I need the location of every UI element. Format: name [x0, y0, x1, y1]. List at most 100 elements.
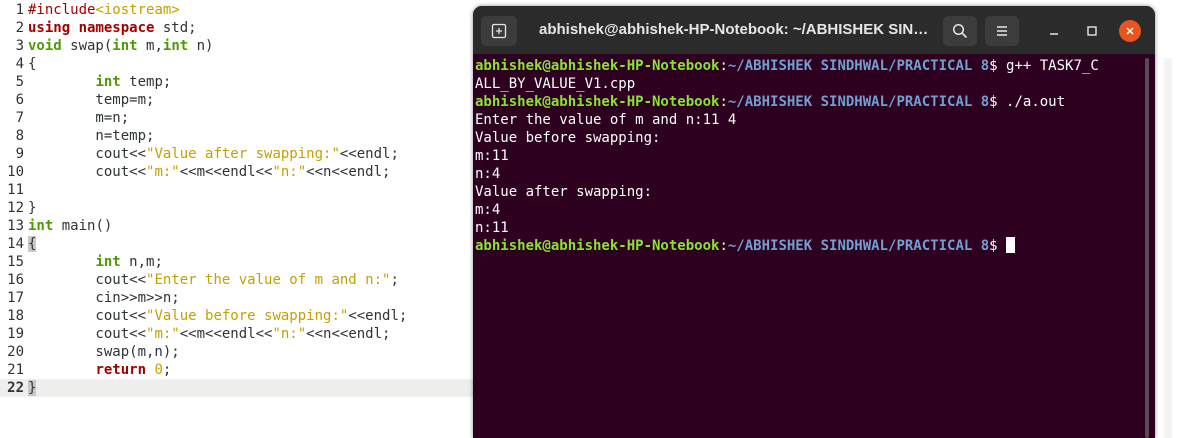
code-line[interactable]: cout<<"Value before swapping:"<<endl;	[28, 307, 407, 325]
prompt-colon: :	[719, 94, 728, 110]
code-token: int	[95, 74, 121, 90]
maximize-icon	[1087, 26, 1097, 36]
code-line[interactable]: int temp;	[28, 73, 407, 91]
terminal-titlebar[interactable]: abhishek@abhishek-HP-Notebook: ~/ABHISHE…	[473, 6, 1155, 54]
code-token: <<m<<endl<<	[179, 164, 273, 180]
code-token: }	[28, 380, 37, 396]
maximize-button[interactable]	[1079, 18, 1105, 44]
code-token: temp;	[120, 74, 172, 90]
code-token: cin>>m>>n;	[28, 290, 180, 306]
terminal-prompt-line: abhishek@abhishek-HP-Notebook:~/ABHISHEK…	[475, 93, 1139, 111]
code-line[interactable]: n=temp;	[28, 127, 407, 145]
code-token: "m:"	[146, 164, 180, 180]
terminal-output-line: Value after swapping:	[475, 184, 653, 200]
search-button[interactable]	[943, 16, 977, 46]
code-line[interactable]: cout<<"m:"<<m<<endl<<"n:"<<n<<endl;	[28, 163, 407, 181]
line-number: 20	[7, 344, 24, 360]
code-line[interactable]: int main()	[28, 217, 407, 235]
minimize-button[interactable]	[1041, 18, 1067, 44]
code-token: <iostream>	[95, 2, 180, 18]
terminal-window[interactable]: abhishek@abhishek-HP-Notebook: ~/ABHISHE…	[473, 6, 1155, 438]
line-number: 18	[7, 308, 24, 324]
code-line[interactable]: #include<iostream>	[28, 1, 407, 19]
code-line[interactable]: cout<<"Enter the value of m and n:";	[28, 271, 407, 289]
prompt-symbol: $	[989, 238, 1007, 254]
prompt-path: ~/ABHISHEK SINDHWAL/PRACTICAL 8	[727, 238, 990, 254]
code-line[interactable]: {	[28, 55, 407, 73]
prompt-path: ~/ABHISHEK SINDHWAL/PRACTICAL 8	[727, 58, 990, 74]
line-number: 19	[7, 326, 24, 342]
line-number: 5	[15, 74, 24, 90]
code-line[interactable]: swap(m,n);	[28, 343, 407, 361]
terminal-output[interactable]: abhishek@abhishek-HP-Notebook:~/ABHISHEK…	[475, 57, 1139, 255]
line-number: 10	[7, 164, 24, 180]
code-token: "n:"	[272, 326, 307, 342]
terminal-prompt-line: abhishek@abhishek-HP-Notebook:~/ABHISHEK…	[475, 237, 1139, 255]
code-token: m=n;	[28, 110, 130, 126]
code-token: using	[28, 20, 71, 36]
code-token: std;	[154, 20, 197, 36]
code-token: return	[95, 362, 147, 378]
code-token: int	[112, 38, 138, 54]
code-line[interactable]: cout<<"m:"<<m<<endl<<"n:"<<n<<endl;	[28, 325, 407, 343]
line-number: 17	[7, 290, 24, 306]
prompt-colon: :	[719, 58, 728, 74]
code-line[interactable]: cin>>m>>n;	[28, 289, 407, 307]
code-token: cout<<	[28, 146, 147, 162]
code-area[interactable]: #include<iostream> using namespace std; vo…	[28, 1, 407, 397]
terminal-scrollbar[interactable]	[1145, 58, 1149, 438]
code-line[interactable]: return 0;	[28, 361, 407, 379]
close-icon	[1126, 27, 1134, 35]
terminal-prompt-line: abhishek@abhishek-HP-Notebook:~/ABHISHEK…	[475, 57, 1139, 75]
line-number: 21	[7, 362, 24, 378]
code-token: "m:"	[146, 326, 180, 342]
menu-button[interactable]	[985, 16, 1019, 46]
terminal-output-line: n:11	[475, 220, 509, 236]
code-token: }	[28, 200, 37, 216]
code-token: int	[162, 38, 189, 54]
line-number: 9	[15, 146, 24, 162]
line-number: 11	[7, 182, 24, 198]
code-line[interactable]: void swap(int m,int n)	[28, 37, 407, 55]
new-tab-icon	[491, 23, 507, 39]
minimize-icon	[1050, 33, 1058, 35]
prompt-symbol: $	[989, 58, 1007, 74]
terminal-output-line: Enter the value of m and n:11 4	[475, 112, 737, 128]
prompt-user: abhishek@abhishek-HP-Notebook	[475, 238, 720, 254]
prompt-user: abhishek@abhishek-HP-Notebook	[475, 58, 720, 74]
code-token: "n:"	[272, 164, 307, 180]
code-token: "Enter the value of m and n:"	[146, 272, 391, 288]
line-number: 12	[7, 200, 24, 216]
line-number: 7	[15, 110, 24, 126]
command-text: g++ TASK7_C	[1006, 58, 1099, 74]
code-token: cout<<	[28, 272, 147, 288]
code-line[interactable]: {	[28, 235, 407, 253]
code-line[interactable]: temp=m;	[28, 91, 407, 109]
code-line[interactable]	[28, 181, 407, 199]
terminal-output-line: m:11	[475, 148, 509, 164]
line-number: 22	[7, 380, 24, 396]
code-line[interactable]: using namespace std;	[28, 19, 407, 37]
new-tab-button[interactable]	[481, 16, 517, 46]
close-button[interactable]	[1119, 20, 1141, 42]
code-token: "Value before swapping:"	[146, 308, 349, 324]
code-line[interactable]: cout<<"Value after swapping:"<<endl;	[28, 145, 407, 163]
terminal-output-line: n:4	[475, 166, 501, 182]
terminal-output-line: m:4	[475, 202, 501, 218]
line-number: 8	[15, 128, 24, 144]
code-token: main()	[53, 218, 113, 234]
code-token: m,	[137, 38, 163, 54]
code-token: {	[28, 236, 37, 252]
editor-scrollbar[interactable]	[1164, 58, 1172, 438]
code-line[interactable]: }	[28, 379, 407, 397]
code-token: <<m<<endl<<	[179, 326, 273, 342]
code-line[interactable]: }	[28, 199, 407, 217]
terminal-cursor	[1006, 237, 1016, 253]
code-line[interactable]: m=n;	[28, 109, 407, 127]
prompt-path: ~/ABHISHEK SINDHWAL/PRACTICAL 8	[727, 94, 990, 110]
code-token: cout<<	[28, 164, 147, 180]
code-token: swap(m,n);	[28, 344, 180, 360]
code-line[interactable]: int n,m;	[28, 253, 407, 271]
